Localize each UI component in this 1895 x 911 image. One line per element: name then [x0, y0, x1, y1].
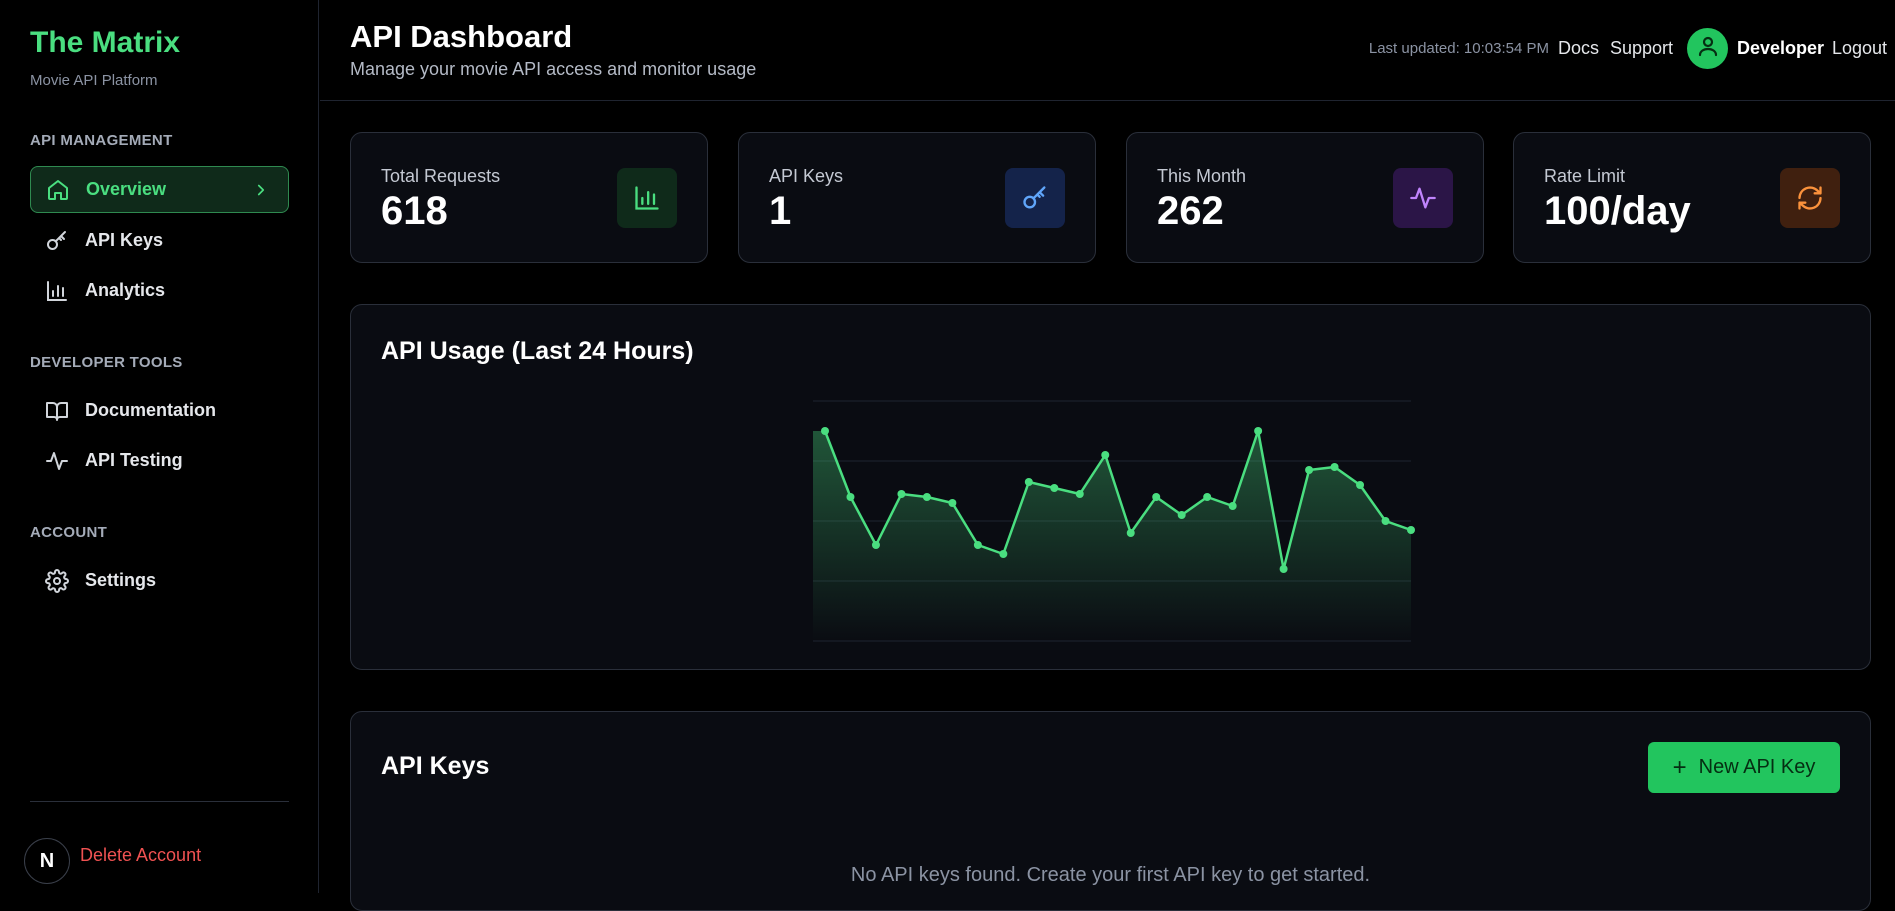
page-subtitle: Manage your movie API access and monitor…: [350, 59, 757, 79]
section-api-management: API MANAGEMENT: [30, 132, 173, 149]
refresh-icon: [1780, 168, 1840, 228]
stat-card-api-keys: API Keys 1: [738, 132, 1096, 263]
bar-chart-icon: [45, 279, 69, 303]
data-point: [922, 493, 931, 501]
user-icon: [1696, 34, 1720, 63]
sidebar-item-label: API Keys: [85, 230, 164, 250]
data-point: [1203, 493, 1212, 501]
usage-panel: API Usage (Last 24 Hours): [350, 304, 1871, 670]
section-account: ACCOUNT: [30, 524, 108, 541]
key-icon: [1005, 168, 1065, 228]
sidebar-item-label: Analytics: [85, 280, 166, 300]
data-point: [1254, 427, 1263, 435]
api-keys-panel: API Keys + New API Key No API keys found…: [350, 711, 1871, 911]
data-point: [1381, 517, 1390, 525]
sidebar-item-api-keys[interactable]: API Keys: [30, 217, 289, 264]
data-point: [1305, 466, 1314, 474]
data-point: [973, 541, 982, 549]
data-point: [1330, 463, 1339, 471]
data-point: [897, 490, 906, 498]
key-icon: [45, 229, 69, 253]
delete-account-link[interactable]: Delete Account: [80, 845, 201, 866]
plus-icon: +: [1672, 753, 1687, 781]
sidebar-item-overview[interactable]: Overview: [30, 166, 289, 213]
stat-card-total-requests: Total Requests 618: [350, 132, 708, 263]
data-point: [1126, 529, 1135, 537]
stat-label: API Keys: [769, 166, 844, 186]
support-link[interactable]: Support: [1610, 38, 1673, 59]
sidebar-item-api-testing[interactable]: API Testing: [30, 437, 289, 484]
gear-icon: [45, 568, 69, 593]
data-point: [948, 499, 957, 507]
stat-label: Total Requests: [381, 166, 501, 186]
user-name[interactable]: Developer: [1737, 38, 1824, 59]
stat-value: 618: [381, 189, 448, 233]
sidebar: The Matrix Movie API Platform API MANAGE…: [0, 0, 319, 893]
sidebar-item-analytics[interactable]: Analytics: [30, 267, 289, 314]
sidebar-item-label: Settings: [85, 570, 157, 590]
brand-subtitle: Movie API Platform: [30, 72, 158, 89]
docs-link[interactable]: Docs: [1558, 38, 1599, 59]
data-point: [999, 550, 1008, 558]
n-logo-badge[interactable]: N: [24, 838, 70, 884]
data-point: [1407, 526, 1415, 534]
activity-icon: [1393, 168, 1453, 228]
chevron-right-icon: [252, 181, 270, 199]
sidebar-divider: [30, 801, 289, 802]
data-point: [1177, 511, 1186, 519]
stat-card-rate-limit: Rate Limit 100/day: [1513, 132, 1871, 263]
sidebar-item-settings[interactable]: Settings: [30, 557, 289, 604]
data-point: [1228, 502, 1237, 510]
brand-title: The Matrix: [30, 26, 181, 59]
logout-link[interactable]: Logout: [1832, 38, 1887, 59]
activity-icon: [45, 449, 69, 473]
stat-card-this-month: This Month 262: [1126, 132, 1484, 263]
new-api-key-button[interactable]: + New API Key: [1648, 742, 1840, 793]
api-keys-title: API Keys: [381, 752, 490, 780]
data-point: [1152, 493, 1161, 501]
data-point: [1101, 451, 1110, 459]
sidebar-item-label: Overview: [86, 179, 167, 199]
data-point: [1356, 481, 1365, 489]
stat-label: Rate Limit: [1544, 166, 1626, 186]
book-icon: [45, 399, 69, 423]
sidebar-item-documentation[interactable]: Documentation: [30, 387, 289, 434]
home-icon: [46, 178, 70, 202]
stat-label: This Month: [1157, 166, 1247, 186]
data-point: [871, 541, 880, 549]
data-point: [1024, 478, 1033, 486]
new-api-key-label: New API Key: [1698, 756, 1816, 778]
usage-chart: [813, 400, 1415, 642]
usage-area: [813, 431, 1411, 641]
section-developer-tools: DEVELOPER TOOLS: [30, 354, 183, 371]
data-point: [1050, 484, 1059, 492]
stat-value: 100/day: [1544, 189, 1691, 233]
stat-value: 1: [769, 189, 792, 233]
sidebar-item-label: Documentation: [85, 400, 217, 420]
avatar[interactable]: [1687, 28, 1728, 69]
page-title: API Dashboard: [350, 19, 573, 54]
data-point: [1075, 490, 1084, 498]
stat-value: 262: [1157, 189, 1224, 233]
data-point: [821, 427, 829, 435]
empty-state-text: No API keys found. Create your first API…: [850, 864, 1371, 886]
bar-chart-icon: [617, 168, 677, 228]
data-point: [1279, 565, 1288, 573]
data-point: [846, 493, 855, 501]
sidebar-item-label: API Testing: [85, 450, 183, 470]
last-updated-text: Last updated: 10:03:54 PM: [1368, 40, 1549, 57]
